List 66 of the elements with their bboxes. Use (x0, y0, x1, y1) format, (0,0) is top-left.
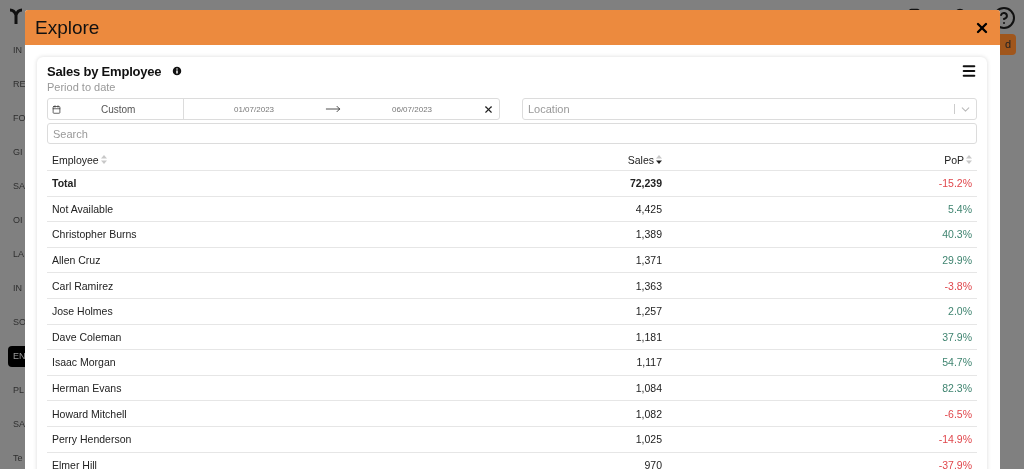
employee-cell-text: Total (52, 177, 78, 190)
location-select[interactable]: Location (522, 98, 977, 120)
sales-cell-text: 1,082 (634, 407, 662, 420)
sidebar-item[interactable]: OI (8, 210, 25, 231)
employee-cell-text: Allen Cruz (52, 254, 102, 267)
start-date: 01/07/2023 (234, 104, 275, 114)
sales-cell-text: 1,025 (634, 433, 662, 446)
sidebar-item[interactable]: EN (8, 346, 25, 367)
sidebar-item[interactable]: PL (8, 380, 25, 401)
employee-cell-text: Perry Henderson (52, 433, 133, 446)
sidebar-item[interactable]: SA (8, 414, 25, 435)
pop-cell-text: 2.0% (947, 305, 972, 318)
employee-cell-text: Carl Ramirez (52, 279, 115, 292)
pop-cell-text: 82.3% (941, 382, 972, 395)
sidebar-item[interactable]: LA (8, 244, 25, 265)
sidebar-item[interactable]: SA (8, 176, 25, 197)
sidebar-item[interactable]: GI (8, 142, 25, 163)
employee-cell-text: Howard Mitchell (52, 407, 128, 420)
sales-cell-text: 1,084 (634, 382, 662, 395)
employee-cell-text: Isaac Morgan (52, 356, 117, 369)
sidebar-item[interactable]: FO (8, 108, 25, 129)
info-icon[interactable] (171, 65, 184, 77)
sales-cell-text: 72,239 (628, 177, 662, 190)
sidebar-item[interactable]: Te (8, 448, 25, 469)
sidebar-item[interactable]: IN (8, 278, 25, 299)
sales-cell-text: 1,181 (634, 330, 662, 343)
employee-cell-text: Elmer Hill (52, 458, 98, 469)
pop-cell-text: -37.9% (937, 458, 972, 469)
clear-icon[interactable] (483, 103, 494, 115)
pop-cell-text: 40.3% (941, 228, 972, 241)
dialog-title: Explore (35, 16, 100, 39)
sales-cell-text: 1,389 (634, 228, 662, 241)
sales-cell-text: 1,371 (634, 254, 662, 267)
date-range-field[interactable]: Custom 01/07/2023 06/07/2023 (47, 98, 500, 120)
pop-cell-text: 37.9% (941, 330, 972, 343)
sales-cell-text: 1,363 (634, 279, 662, 292)
calendar-icon (52, 104, 61, 114)
column-header[interactable]: Employee (52, 153, 362, 166)
employee-cell-text: Herman Evans (52, 382, 123, 395)
menu-icon[interactable] (961, 63, 977, 79)
pop-cell-text: 29.9% (941, 254, 972, 267)
pop-cell-text: 54.7% (941, 356, 972, 369)
column-header[interactable]: Sales (362, 153, 662, 166)
employee-cell-text: Jose Holmes (52, 305, 114, 318)
pop-cell-text: -15.2% (937, 177, 972, 190)
employee-cell-text: Not Available (52, 202, 115, 215)
pop-cell-text: -6.5% (943, 407, 972, 420)
period-preset: Custom (101, 103, 136, 115)
pop-cell-text: 5.4% (947, 202, 972, 215)
card-subtitle: Period to date (47, 81, 117, 95)
sort-icon[interactable] (656, 155, 662, 164)
sales-cell-text: 970 (643, 458, 662, 469)
pop-cell-text: -14.9% (937, 433, 972, 446)
column-header[interactable]: PoP (662, 153, 972, 166)
sales-cell-text: 1,117 (635, 356, 662, 369)
sales-cell-text: 1,257 (634, 305, 662, 318)
end-date: 06/07/2023 (392, 104, 433, 114)
sidebar-item[interactable]: IN (8, 40, 25, 61)
search-field[interactable]: Search (47, 123, 977, 144)
sidebar-item[interactable]: SO (8, 312, 25, 333)
sidebar-item[interactable]: RE (8, 74, 25, 95)
pop-cell-text: -3.8% (943, 279, 972, 292)
employee-cell-text: Christopher Burns (52, 228, 138, 241)
card-title: Sales by Employee (47, 63, 162, 79)
employee-cell-text: Dave Coleman (52, 330, 123, 343)
sales-cell-text: 4,425 (634, 202, 662, 215)
